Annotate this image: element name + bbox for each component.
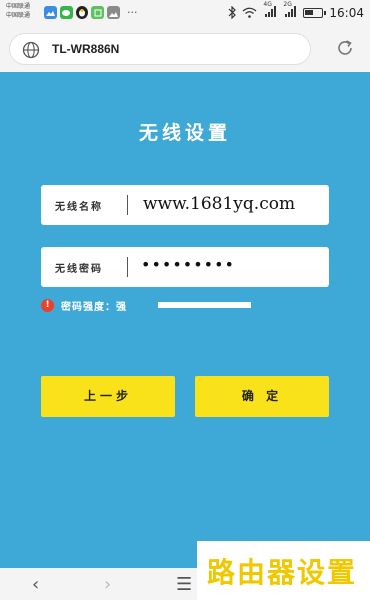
network-type-2g: 2G (283, 1, 292, 8)
warning-icon: ! (41, 298, 54, 312)
battery-icon (303, 7, 327, 18)
gallery-icon (107, 6, 120, 19)
forward-icon[interactable]: › (104, 574, 111, 595)
green-app-icon (91, 6, 104, 19)
watermark-text: 路由器设置 (207, 556, 358, 589)
ssid-label: 无线名称 (55, 202, 103, 213)
qq-icon (76, 6, 88, 19)
prev-step-button[interactable]: 上一步 (41, 376, 175, 417)
wifi-icon (242, 7, 257, 18)
page-title: 无线设置 (138, 122, 231, 144)
carrier-line-1: 中国联通 (6, 3, 31, 10)
bluetooth-icon (228, 6, 237, 19)
clock: 16:04 (329, 5, 364, 20)
password-strength: ! 密码强度：强 (41, 297, 251, 313)
carrier-label: 中国联通 中国联通 (6, 2, 30, 20)
reload-icon[interactable] (336, 39, 354, 57)
confirm-button[interactable]: 确 定 (195, 376, 329, 417)
globe-icon (22, 41, 40, 59)
address-bar[interactable]: TL-WR886N (9, 33, 311, 65)
signal-2g: 2G (283, 1, 297, 20)
status-bar: 中国联通 中国联通 ··· 4G 2G 16:04 (0, 0, 370, 26)
ssid-field[interactable]: 无线名称 www.1681yq.com (41, 185, 329, 225)
password-input[interactable]: ••••••••• (141, 255, 235, 274)
system-status: 4G 2G 16:04 (228, 1, 364, 20)
more-notifications-icon: ··· (127, 6, 138, 19)
password-label: 无线密码 (55, 264, 103, 275)
notification-icons: ··· (44, 6, 138, 19)
image-icon (44, 6, 57, 19)
watermark: 路由器设置 (197, 541, 370, 600)
field-divider (127, 257, 128, 277)
wechat-icon (60, 6, 73, 19)
wireless-settings-page: 无线设置 无线名称 www.1681yq.com 无线密码 ••••••••• … (0, 72, 370, 568)
strength-bar-fill (158, 302, 251, 308)
carrier-line-2: 中国联通 (6, 12, 31, 19)
password-field[interactable]: 无线密码 ••••••••• (41, 247, 329, 287)
back-icon[interactable]: ‹ (32, 574, 39, 595)
url-text: TL-WR886N (52, 42, 120, 56)
strength-bar (158, 302, 251, 308)
menu-icon[interactable]: ☰ (176, 574, 192, 595)
browser-toolbar: TL-WR886N (0, 26, 370, 72)
battery-level (305, 9, 314, 15)
network-type-4g: 4G (263, 1, 272, 8)
field-divider (127, 195, 128, 215)
ssid-input[interactable]: www.1681yq.com (143, 194, 295, 214)
signal-4g: 4G (263, 1, 277, 20)
strength-label: 密码强度：强 (61, 301, 127, 313)
